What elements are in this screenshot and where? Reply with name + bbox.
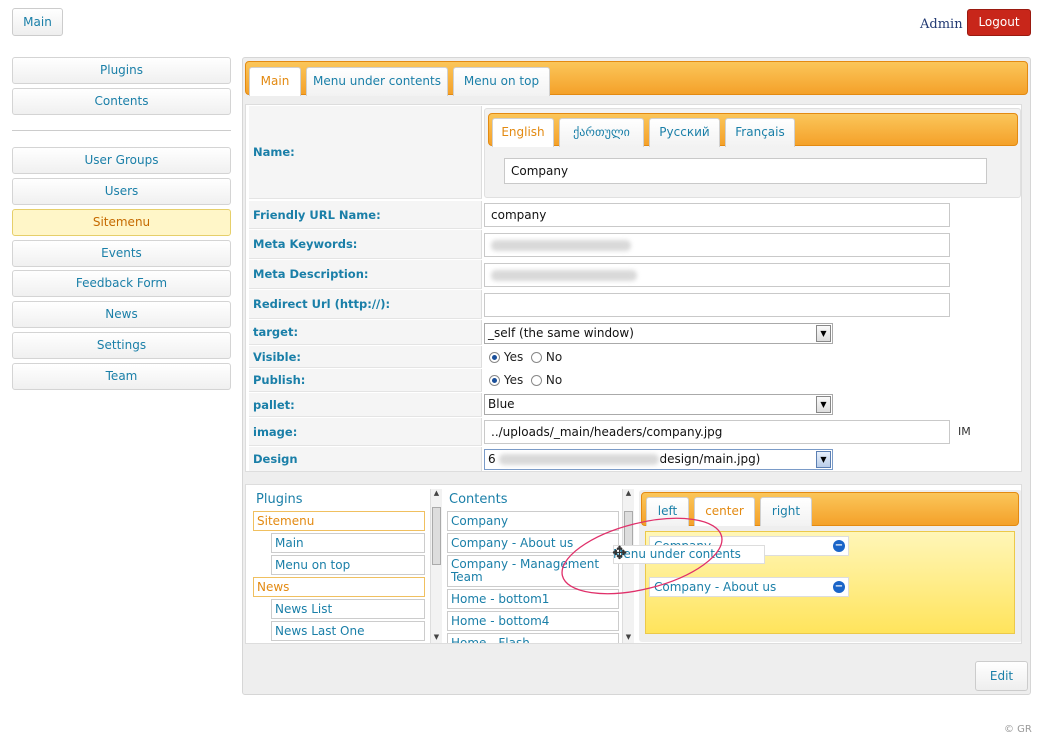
remove-icon[interactable]: − xyxy=(833,540,845,552)
redirect-url-label: Redirect Url (http://): xyxy=(249,290,482,319)
plugin-group-sitemenu[interactable]: Sitemenu xyxy=(253,511,425,531)
pallet-select-value: Blue xyxy=(488,397,515,411)
name-input[interactable]: Company xyxy=(504,158,987,184)
design-prefix: 6 xyxy=(488,452,496,466)
publish-yes-radio[interactable] xyxy=(489,375,500,386)
language-tab-bar: English ქართული Русский Français xyxy=(488,113,1018,147)
content-item-home-flash[interactable]: Home - Flash xyxy=(447,633,619,643)
publish-label: Publish: xyxy=(249,369,482,392)
visible-no-label: No xyxy=(545,350,563,364)
scroll-down-icon[interactable]: ▼ xyxy=(623,633,634,641)
plugins-scrollbar[interactable]: ▲ ▼ xyxy=(430,489,442,643)
meta-keywords-label: Meta Keywords: xyxy=(249,230,482,259)
publish-no-radio[interactable] xyxy=(531,375,543,386)
target-select-value: _self (the same window) xyxy=(488,326,634,340)
plugin-group-news[interactable]: News xyxy=(253,577,425,597)
visible-yes-radio[interactable] xyxy=(489,352,500,363)
annotation-ellipse xyxy=(561,517,723,595)
tab-french[interactable]: Français xyxy=(725,118,795,147)
visible-no-radio[interactable] xyxy=(531,352,543,363)
pallet-label: pallet: xyxy=(249,393,482,417)
plugin-item-news-list[interactable]: News List xyxy=(271,599,425,619)
image-browse-label[interactable]: IM xyxy=(958,425,971,438)
meta-description-label: Meta Description: xyxy=(249,260,482,289)
tab-russian[interactable]: Русский xyxy=(649,118,720,147)
admin-user-label[interactable]: Admin xyxy=(920,17,963,32)
design-select[interactable]: 6 design/main.jpg) ▼ xyxy=(484,449,833,470)
friendly-url-label: Friendly URL Name: xyxy=(249,201,482,229)
design-suffix: design/main.jpg) xyxy=(659,452,761,466)
sidebar-item-settings[interactable]: Settings xyxy=(12,332,231,359)
main-tab-bar: Main Menu under contents Menu on top xyxy=(245,61,1028,96)
sidebar-item-events[interactable]: Events xyxy=(12,240,231,267)
pallet-select[interactable]: Blue ▼ xyxy=(484,394,833,415)
image-input[interactable]: ../uploads/_main/headers/company.jpg xyxy=(484,420,950,444)
visible-label: Visible: xyxy=(249,346,482,368)
main-button[interactable]: Main xyxy=(12,8,63,36)
sidebar-item-team[interactable]: Team xyxy=(12,363,231,390)
plugins-scroll-thumb[interactable] xyxy=(432,507,441,565)
visible-yes-label: Yes xyxy=(503,350,524,364)
annotation-ellipse-stroke xyxy=(561,517,723,595)
tab-english[interactable]: English xyxy=(492,118,554,147)
plugins-column-title: Plugins xyxy=(256,492,303,507)
plugin-item-main[interactable]: Main xyxy=(271,533,425,553)
contents-column-title: Contents xyxy=(449,492,508,507)
visible-radio-group: Yes No xyxy=(489,350,562,364)
content-item-home-bottom4[interactable]: Home - bottom4 xyxy=(447,611,619,631)
plugin-item-news-last-one[interactable]: News Last One xyxy=(271,621,425,641)
scroll-up-icon[interactable]: ▲ xyxy=(623,489,634,497)
tab-main[interactable]: Main xyxy=(249,67,301,96)
image-label: image: xyxy=(249,418,482,446)
sidebar-item-plugins[interactable]: Plugins xyxy=(12,57,231,84)
scroll-down-icon[interactable]: ▼ xyxy=(431,633,442,641)
target-select[interactable]: _self (the same window) ▼ xyxy=(484,323,833,344)
sitemenu-form: Name: English ქართული Русский Français C… xyxy=(245,104,1022,472)
redirect-url-input[interactable] xyxy=(484,293,950,317)
tab-menu-on-top[interactable]: Menu on top xyxy=(453,67,550,96)
plugin-item-menu-on-top[interactable]: Menu on top xyxy=(271,555,425,575)
name-label: Name: xyxy=(249,106,482,199)
sidebar-item-feedback-form[interactable]: Feedback Form xyxy=(12,270,231,297)
sidebar-divider xyxy=(12,130,231,131)
edit-button[interactable]: Edit xyxy=(975,661,1028,691)
meta-description-input[interactable] xyxy=(484,263,950,287)
target-label: target: xyxy=(249,320,482,345)
tab-right[interactable]: right xyxy=(760,497,812,526)
sidebar-item-sitemenu[interactable]: Sitemenu xyxy=(12,209,231,236)
chevron-down-icon: ▼ xyxy=(816,325,831,342)
friendly-url-input[interactable]: company xyxy=(484,203,950,227)
meta-keywords-input[interactable] xyxy=(484,233,950,257)
remove-icon[interactable]: − xyxy=(833,581,845,593)
footer-copyright: © GR xyxy=(1004,724,1032,735)
publish-radio-group: Yes No xyxy=(489,373,562,387)
sidebar-item-contents[interactable]: Contents xyxy=(12,88,231,115)
name-language-box: English ქართული Русский Français Company xyxy=(484,108,1021,198)
publish-yes-label: Yes xyxy=(503,373,524,387)
sidebar-item-user-groups[interactable]: User Groups xyxy=(12,147,231,174)
sidebar-item-users[interactable]: Users xyxy=(12,178,231,205)
scroll-up-icon[interactable]: ▲ xyxy=(431,489,442,497)
chevron-down-icon: ▼ xyxy=(816,451,831,468)
logout-button[interactable]: Logout xyxy=(967,9,1031,36)
sidebar-item-news[interactable]: News xyxy=(12,301,231,328)
publish-no-label: No xyxy=(545,373,563,387)
tab-georgian[interactable]: ქართული xyxy=(559,118,644,147)
chevron-down-icon: ▼ xyxy=(816,396,831,413)
design-blurred xyxy=(499,454,660,465)
tab-menu-under-contents[interactable]: Menu under contents xyxy=(306,67,448,96)
design-label: Design xyxy=(249,447,482,471)
